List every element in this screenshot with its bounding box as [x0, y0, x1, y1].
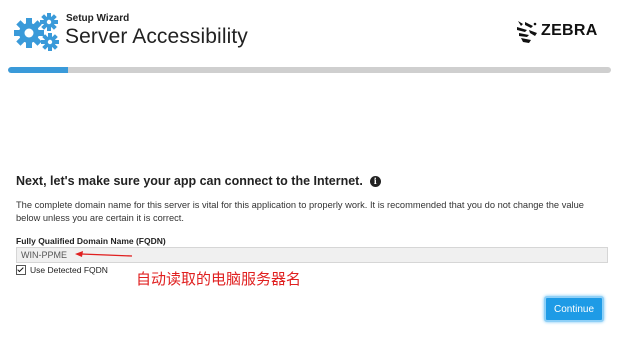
- page-title: Server Accessibility: [65, 25, 248, 48]
- logo-text: ZEBRA: [541, 22, 598, 39]
- annotation-arrow: [75, 251, 133, 257]
- info-icon[interactable]: i: [369, 176, 381, 187]
- zebra-logo: ZEBRA: [515, 18, 607, 46]
- progress-fill: [8, 67, 69, 73]
- description-text: The complete domain name for this server…: [16, 200, 584, 223]
- use-detected-fqdn-label: Use Detected FQDN: [30, 265, 108, 275]
- section-heading-text: Next, let's make sure your app can conne…: [16, 174, 363, 188]
- wizard-header: Setup Wizard Server Accessibility ZEBRA: [0, 0, 624, 68]
- gears-icon: [14, 13, 59, 51]
- use-detected-fqdn-row[interactable]: Use Detected FQDN: [16, 265, 108, 275]
- zebra-logo-icon: [517, 21, 537, 43]
- section-heading: Next, let's make sure your app can conne…: [16, 174, 381, 188]
- wizard-label: Setup Wizard: [66, 13, 130, 24]
- fqdn-label: Fully Qualified Domain Name (FQDN): [16, 236, 166, 246]
- use-detected-fqdn-checkbox[interactable]: [16, 265, 26, 275]
- progress-bar: [8, 67, 611, 73]
- annotation-text: 自动读取的电脑服务器名: [136, 270, 302, 288]
- continue-button[interactable]: Continue: [544, 296, 604, 322]
